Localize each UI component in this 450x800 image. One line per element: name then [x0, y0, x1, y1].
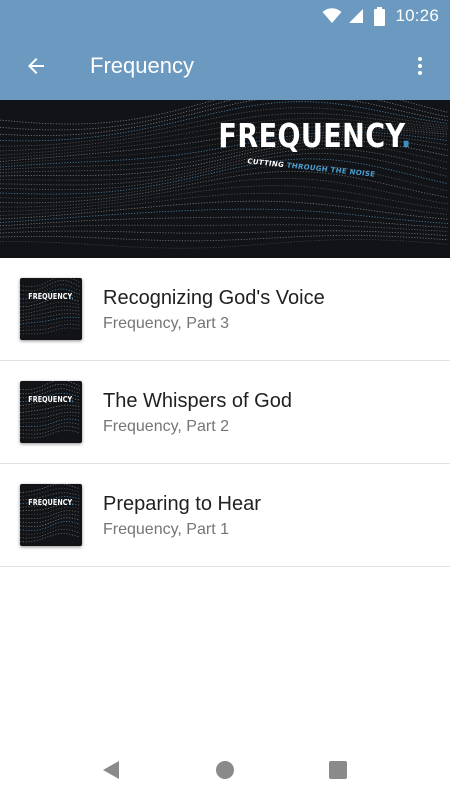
- status-bar: 10:26: [0, 0, 450, 32]
- app-bar: Frequency: [0, 32, 450, 100]
- thumbnail-wave-art: [20, 484, 82, 546]
- episode-subtitle: Frequency, Part 3: [103, 314, 229, 334]
- episode-thumbnail: FREQUENCY.: [20, 278, 82, 340]
- back-button[interactable]: [14, 44, 58, 88]
- nav-home-icon: [215, 760, 235, 780]
- nav-recents-icon: [328, 760, 348, 780]
- arrow-back-icon: [24, 54, 48, 78]
- episode-subtitle: Frequency, Part 2: [103, 417, 229, 437]
- more-vert-icon: [408, 54, 432, 78]
- thumbnail-label: FREQUENCY.: [25, 498, 78, 507]
- episode-title: Recognizing God's Voice: [103, 286, 325, 310]
- thumbnail-label: FREQUENCY.: [25, 395, 78, 404]
- episode-thumbnail: FREQUENCY.: [20, 484, 82, 546]
- list-item[interactable]: FREQUENCY. The Whispers of God Frequency…: [0, 361, 450, 464]
- page-title: Frequency: [90, 52, 194, 80]
- status-time: 10:26: [395, 6, 439, 26]
- episode-list: FREQUENCY. Recognizing God's Voice Frequ…: [0, 258, 450, 567]
- list-item[interactable]: FREQUENCY. Preparing to Hear Frequency, …: [0, 464, 450, 567]
- wifi-icon: [322, 8, 342, 24]
- episode-thumbnail: FREQUENCY.: [20, 381, 82, 443]
- thumbnail-wave-art: [20, 381, 82, 443]
- nav-back-icon: [100, 759, 122, 781]
- nav-home-button[interactable]: [203, 748, 247, 792]
- list-item[interactable]: FREQUENCY. Recognizing God's Voice Frequ…: [0, 258, 450, 361]
- thumbnail-label: FREQUENCY.: [25, 292, 78, 301]
- episode-subtitle: Frequency, Part 1: [103, 520, 229, 540]
- thumbnail-wave-art: [20, 278, 82, 340]
- nav-back-button[interactable]: [89, 748, 133, 792]
- overflow-menu-button[interactable]: [398, 44, 442, 88]
- cell-signal-icon: [348, 8, 364, 24]
- episode-title: Preparing to Hear: [103, 492, 261, 516]
- series-banner: FREQUENCY. CUTTING THROUGH THE NOISE: [0, 100, 450, 258]
- banner-title: FREQUENCY.: [219, 116, 412, 155]
- nav-recents-button[interactable]: [316, 748, 360, 792]
- episode-title: The Whispers of God: [103, 389, 292, 413]
- battery-icon: [374, 7, 385, 26]
- system-nav-bar: [0, 740, 450, 800]
